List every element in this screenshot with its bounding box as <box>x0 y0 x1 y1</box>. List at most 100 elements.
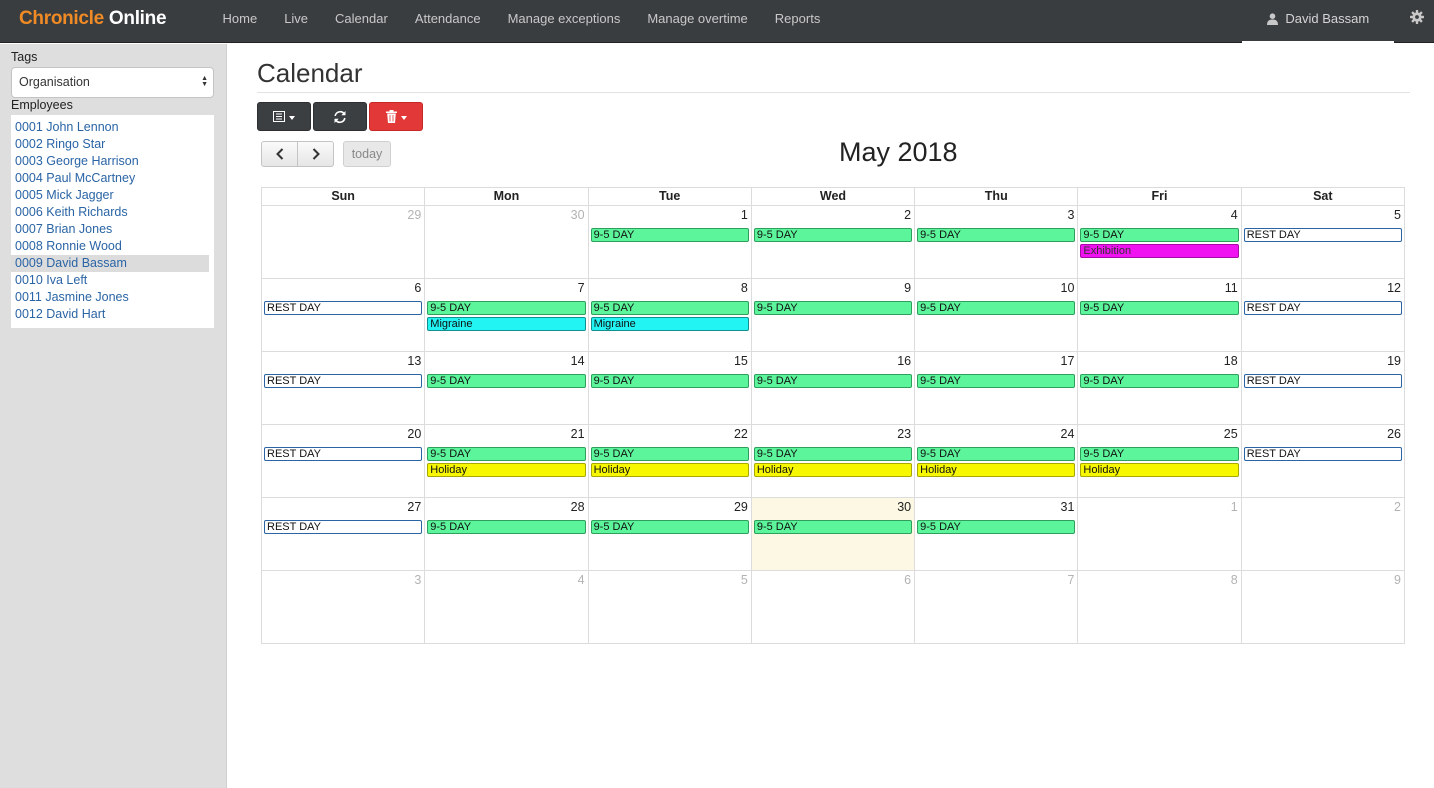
calendar-day-cell[interactable]: 3 <box>262 571 426 644</box>
refresh-button[interactable] <box>313 102 367 131</box>
calendar-day-cell[interactable]: 22 9-5 DAY Holiday <box>588 425 752 498</box>
calendar-day-cell[interactable]: 9 <box>1241 571 1405 644</box>
calendar-day-cell[interactable]: 2 <box>1241 498 1405 571</box>
employee-list-item[interactable]: 0003 George Harrison <box>11 153 209 170</box>
calendar-day-cell[interactable]: 31 9-5 DAY <box>915 498 1079 571</box>
employee-list-item[interactable]: 0005 Mick Jagger <box>11 187 209 204</box>
calendar-event-rest[interactable]: REST DAY <box>1243 447 1402 461</box>
calendar-event-work[interactable]: 9-5 DAY <box>917 228 1076 242</box>
nav-item-manage-overtime[interactable]: Manage overtime <box>634 0 761 43</box>
calendar-day-cell[interactable]: 19 REST DAY <box>1241 352 1405 425</box>
calendar-day-cell[interactable]: 4 <box>425 571 589 644</box>
calendar-day-cell[interactable]: 3 9-5 DAY <box>915 206 1079 279</box>
calendar-day-cell[interactable]: 4 9-5 DAY Exhibition <box>1078 206 1242 279</box>
calendar-event-work[interactable]: 9-5 DAY <box>753 228 913 242</box>
calendar-day-cell[interactable]: 18 9-5 DAY <box>1078 352 1242 425</box>
calendar-event-work[interactable]: 9-5 DAY <box>427 520 586 534</box>
user-menu[interactable]: David Bassam <box>1242 0 1394 43</box>
calendar-day-cell[interactable]: 6 REST DAY <box>262 279 426 352</box>
calendar-day-cell[interactable]: 17 9-5 DAY <box>915 352 1079 425</box>
nav-item-live[interactable]: Live <box>271 0 322 43</box>
employee-list-item[interactable]: 0006 Keith Richards <box>11 204 209 221</box>
calendar-event-work[interactable]: 9-5 DAY <box>917 447 1076 461</box>
calendar-day-cell[interactable]: 5 REST DAY <box>1241 206 1405 279</box>
employee-list-item[interactable]: 0008 Ronnie Wood <box>11 238 209 255</box>
calendar-day-cell[interactable]: 21 9-5 DAY Holiday <box>425 425 589 498</box>
calendar-event-holiday[interactable]: Holiday <box>753 463 913 477</box>
gear-icon[interactable] <box>1410 10 1424 24</box>
calendar-day-cell[interactable]: 27 REST DAY <box>262 498 426 571</box>
calendar-event-work[interactable]: 9-5 DAY <box>590 374 749 388</box>
calendar-event-holiday[interactable]: Holiday <box>1080 463 1239 477</box>
calendar-day-cell[interactable]: 1 <box>1078 498 1242 571</box>
calendar-day-cell[interactable]: 20 REST DAY <box>262 425 426 498</box>
calendar-event-work[interactable]: 9-5 DAY <box>590 301 749 315</box>
calendar-day-cell[interactable]: 10 9-5 DAY <box>915 279 1079 352</box>
calendar-event-rest[interactable]: REST DAY <box>264 374 423 388</box>
calendar-day-cell[interactable]: 12 REST DAY <box>1241 279 1405 352</box>
nav-item-reports[interactable]: Reports <box>761 0 834 43</box>
employee-list-item[interactable]: 0009 David Bassam <box>11 255 209 272</box>
calendar-event-work[interactable]: 9-5 DAY <box>427 301 586 315</box>
calendar-event-work[interactable]: 9-5 DAY <box>753 520 913 534</box>
prev-month-button[interactable] <box>261 141 298 167</box>
calendar-day-cell-today[interactable]: 30 9-5 DAY <box>751 498 916 571</box>
calendar-event-holiday[interactable]: Holiday <box>427 463 586 477</box>
calendar-event-rest[interactable]: REST DAY <box>1243 374 1402 388</box>
calendar-event-rest[interactable]: REST DAY <box>1243 228 1402 242</box>
calendar-event-migraine[interactable]: Migraine <box>590 317 749 331</box>
calendar-event-holiday[interactable]: Holiday <box>917 463 1076 477</box>
calendar-day-cell[interactable]: 13 REST DAY <box>262 352 426 425</box>
calendar-day-cell[interactable]: 8 <box>1078 571 1242 644</box>
calendar-day-cell[interactable]: 11 9-5 DAY <box>1078 279 1242 352</box>
tags-select[interactable]: Organisation ▲ ▼ <box>11 67 214 98</box>
employee-list-item[interactable]: 0007 Brian Jones <box>11 221 209 238</box>
calendar-event-work[interactable]: 9-5 DAY <box>917 374 1076 388</box>
calendar-event-work[interactable]: 9-5 DAY <box>427 374 586 388</box>
calendar-day-cell[interactable]: 9 9-5 DAY <box>751 279 916 352</box>
calendar-day-cell[interactable]: 16 9-5 DAY <box>751 352 916 425</box>
nav-item-calendar[interactable]: Calendar <box>322 0 402 43</box>
calendar-event-work[interactable]: 9-5 DAY <box>917 520 1076 534</box>
employee-list-item[interactable]: 0004 Paul McCartney <box>11 170 209 187</box>
calendar-day-cell[interactable]: 5 <box>588 571 752 644</box>
calendar-event-holiday[interactable]: Holiday <box>590 463 749 477</box>
calendar-event-rest[interactable]: REST DAY <box>264 520 423 534</box>
view-options-button[interactable] <box>257 102 311 131</box>
calendar-event-work[interactable]: 9-5 DAY <box>590 447 749 461</box>
calendar-event-exhibition[interactable]: Exhibition <box>1080 244 1239 258</box>
calendar-event-work[interactable]: 9-5 DAY <box>1080 301 1239 315</box>
nav-item-attendance[interactable]: Attendance <box>401 0 494 43</box>
calendar-day-cell[interactable]: 15 9-5 DAY <box>588 352 752 425</box>
calendar-day-cell[interactable]: 8 9-5 DAY Migraine <box>588 279 752 352</box>
next-month-button[interactable] <box>297 141 334 167</box>
calendar-day-cell[interactable]: 29 9-5 DAY <box>588 498 752 571</box>
calendar-event-rest[interactable]: REST DAY <box>1243 301 1402 315</box>
calendar-event-work[interactable]: 9-5 DAY <box>1080 228 1239 242</box>
calendar-day-cell[interactable]: 25 9-5 DAY Holiday <box>1078 425 1242 498</box>
calendar-event-work[interactable]: 9-5 DAY <box>590 520 749 534</box>
calendar-day-cell[interactable]: 2 9-5 DAY <box>751 206 916 279</box>
nav-item-manage-exceptions[interactable]: Manage exceptions <box>494 0 634 43</box>
employee-list-item[interactable]: 0012 David Hart <box>11 306 209 323</box>
nav-item-home[interactable]: Home <box>209 0 271 43</box>
calendar-event-work[interactable]: 9-5 DAY <box>427 447 586 461</box>
employee-list-item[interactable]: 0010 Iva Left <box>11 272 209 289</box>
calendar-event-work[interactable]: 9-5 DAY <box>1080 447 1239 461</box>
calendar-event-rest[interactable]: REST DAY <box>264 301 423 315</box>
calendar-day-cell[interactable]: 7 9-5 DAY Migraine <box>425 279 589 352</box>
calendar-day-cell[interactable]: 26 REST DAY <box>1241 425 1405 498</box>
employee-list-item[interactable]: 0002 Ringo Star <box>11 136 209 153</box>
calendar-day-cell[interactable]: 28 9-5 DAY <box>425 498 589 571</box>
calendar-event-work[interactable]: 9-5 DAY <box>753 301 913 315</box>
employee-list-item[interactable]: 0001 John Lennon <box>11 119 209 136</box>
calendar-day-cell[interactable]: 1 9-5 DAY <box>588 206 752 279</box>
app-logo[interactable]: Chronicle Online <box>19 8 167 30</box>
calendar-event-work[interactable]: 9-5 DAY <box>753 374 913 388</box>
calendar-event-work[interactable]: 9-5 DAY <box>590 228 749 242</box>
calendar-day-cell[interactable]: 30 <box>425 206 589 279</box>
calendar-day-cell[interactable]: 6 <box>751 571 916 644</box>
delete-button[interactable] <box>369 102 423 131</box>
calendar-day-cell[interactable]: 23 9-5 DAY Holiday <box>751 425 916 498</box>
calendar-day-cell[interactable]: 29 <box>262 206 426 279</box>
